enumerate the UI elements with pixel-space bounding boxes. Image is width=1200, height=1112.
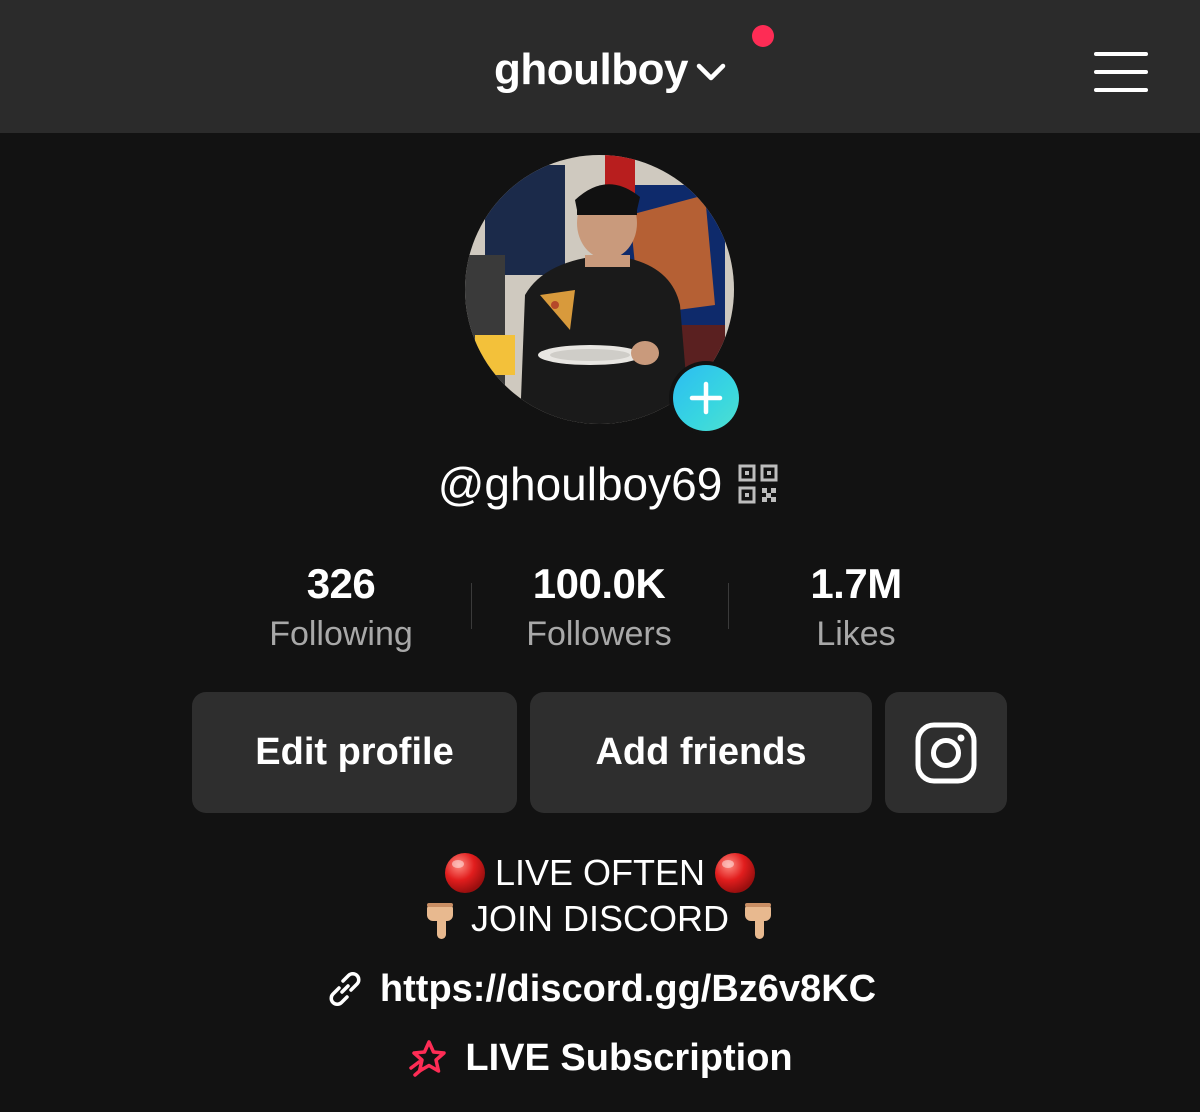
account-name: ghoulboy [494, 45, 688, 94]
notification-dot [752, 25, 774, 47]
stat-value: 100.0K [532, 560, 666, 607]
bio-line: JOIN DISCORD [0, 896, 1200, 942]
qr-code-icon[interactable] [738, 464, 778, 504]
star-badge-icon [409, 1040, 447, 1077]
bio-text-join-discord: JOIN DISCORD [470, 898, 729, 939]
link-url: https://discord.gg/Bz6v8KC [379, 968, 877, 1010]
red-circle-icon [715, 853, 756, 893]
bio-line: LIVE OFTEN [0, 850, 1200, 896]
profile-page: ghoulboy @ghoulboy69 326 Following 100.0… [0, 0, 1200, 1112]
link-icon [329, 972, 361, 1006]
live-subscription-label: LIVE Subscription [465, 1037, 793, 1079]
menu-line [1094, 52, 1148, 56]
menu-line [1094, 88, 1148, 92]
stat-value: 1.7M [810, 560, 902, 607]
stat-label: Following [269, 615, 413, 653]
add-avatar-circle [673, 365, 739, 431]
stat-value: 326 [306, 560, 376, 607]
menu-button[interactable] [1094, 52, 1150, 92]
add-avatar-button[interactable] [669, 361, 743, 435]
account-switcher[interactable]: ghoulboy [494, 44, 728, 96]
stat-label: Followers [526, 615, 672, 653]
add-friends-button[interactable]: Add friends [530, 692, 872, 813]
stat-likes[interactable]: 1.7M Likes [746, 558, 966, 658]
stat-following[interactable]: 326 Following [231, 558, 451, 658]
edit-profile-button[interactable]: Edit profile [192, 692, 517, 813]
plus-icon [689, 381, 723, 415]
bio-link[interactable]: https://discord.gg/Bz6v8KC [0, 964, 1200, 1014]
stat-divider [471, 583, 472, 629]
username-handle: @ghoulboy69 [437, 458, 723, 510]
stat-followers[interactable]: 100.0K Followers [489, 558, 709, 658]
pointing-down-icon [745, 903, 771, 939]
red-circle-icon [444, 853, 485, 893]
instagram-button[interactable] [885, 692, 1007, 813]
handle-row: @ghoulboy69 [0, 456, 1200, 512]
bio: LIVE OFTEN JOIN DISCORD [0, 850, 1200, 942]
top-bar: ghoulboy [0, 0, 1200, 133]
menu-line [1094, 70, 1148, 74]
stat-label: Likes [816, 615, 896, 653]
pointing-down-icon [426, 903, 453, 939]
live-subscription[interactable]: LIVE Subscription [0, 1033, 1200, 1083]
instagram-icon [915, 722, 977, 783]
stat-divider [728, 583, 729, 629]
chevron-down-icon [696, 63, 726, 81]
bio-text-live-often: LIVE OFTEN [494, 852, 706, 893]
